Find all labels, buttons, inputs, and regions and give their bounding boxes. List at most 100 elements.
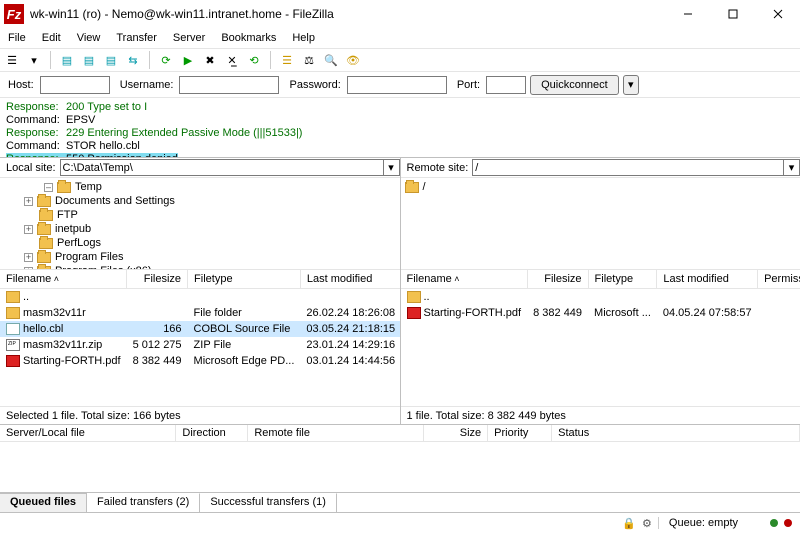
toggle-local-tree-icon[interactable]: ▤ xyxy=(79,50,99,70)
col-priority[interactable]: Priority xyxy=(488,425,552,442)
expand-icon[interactable]: + xyxy=(24,253,33,262)
local-site-label: Local site: xyxy=(6,162,56,174)
file-row[interactable]: masm32v11rFile folder26.02.24 18:26:08 xyxy=(0,305,400,321)
collapse-icon[interactable]: – xyxy=(44,183,53,192)
menu-transfer[interactable]: Transfer xyxy=(108,30,165,46)
process-queue-icon[interactable]: ▶ xyxy=(178,50,198,70)
menu-help[interactable]: Help xyxy=(284,30,323,46)
col-filetype[interactable]: Filetype xyxy=(588,270,657,288)
remote-path-dropdown[interactable]: ▾ xyxy=(784,159,800,176)
log-label: Response: xyxy=(6,101,66,114)
tree-node[interactable]: PerfLogs xyxy=(57,236,101,250)
local-path-input[interactable] xyxy=(60,159,384,176)
sitemanager-icon[interactable]: ☰ xyxy=(2,50,22,70)
quickconnect-bar: Host: Username: Password: Port: Quickcon… xyxy=(0,72,800,98)
gear-icon[interactable]: ⚙ xyxy=(642,517,652,530)
col-filesize[interactable]: Filesize xyxy=(127,270,188,288)
local-path-dropdown[interactable]: ▾ xyxy=(384,159,400,176)
dropdown-icon[interactable]: ▾ xyxy=(24,50,44,70)
col-direction[interactable]: Direction xyxy=(176,425,248,442)
app-icon: Fz xyxy=(4,4,24,24)
col-serverlocal[interactable]: Server/Local file xyxy=(0,425,176,442)
remote-path-input[interactable] xyxy=(472,159,784,176)
host-input[interactable] xyxy=(40,76,110,94)
tree-node[interactable]: Documents and Settings xyxy=(55,194,175,208)
folder-icon xyxy=(37,196,51,207)
toggle-queue-icon[interactable]: ⇆ xyxy=(123,50,143,70)
tree-node[interactable]: Temp xyxy=(75,180,102,194)
local-pane: Local site: ▾ – Temp + Documents and Setti… xyxy=(0,158,400,424)
remote-site-label: Remote site: xyxy=(407,162,469,174)
col-filename[interactable]: Filename xyxy=(0,270,127,288)
reconnect-icon[interactable]: ⟲ xyxy=(244,50,264,70)
menu-edit[interactable]: Edit xyxy=(34,30,69,46)
queue-tabs: Queued files Failed transfers (2) Succes… xyxy=(0,493,800,513)
col-size[interactable]: Size xyxy=(424,425,488,442)
close-button[interactable] xyxy=(755,0,800,28)
col-status[interactable]: Status xyxy=(552,425,800,442)
file-row[interactable]: .. xyxy=(401,288,800,305)
log-label: Command: xyxy=(6,114,66,127)
transfer-queue[interactable]: Server/Local file Direction Remote file … xyxy=(0,425,800,493)
refresh-icon[interactable]: ⟳ xyxy=(156,50,176,70)
search-icon[interactable]: 👁 xyxy=(343,50,363,70)
tab-successful[interactable]: Successful transfers (1) xyxy=(200,493,337,512)
log-msg: EPSV xyxy=(66,114,95,127)
sync-browse-icon[interactable]: 🔍 xyxy=(321,50,341,70)
log-label: Response: xyxy=(6,127,66,140)
cancel-icon[interactable]: ✖ xyxy=(200,50,220,70)
col-filesize[interactable]: Filesize xyxy=(527,270,588,288)
disconnect-icon[interactable]: ✕̲ xyxy=(222,50,242,70)
minimize-button[interactable] xyxy=(665,0,710,28)
lock-icon[interactable]: 🔒 xyxy=(622,517,636,530)
col-modified[interactable]: Last modified xyxy=(657,270,758,288)
file-row[interactable]: Starting-FORTH.pdf8 382 449Microsoft Edg… xyxy=(0,353,400,369)
quickconnect-dropdown[interactable]: ▾ xyxy=(623,75,639,95)
menu-bookmarks[interactable]: Bookmarks xyxy=(213,30,284,46)
file-row[interactable]: hello.cbl166COBOL Source File03.05.24 21… xyxy=(0,321,400,337)
tab-queued[interactable]: Queued files xyxy=(0,493,87,512)
statusbar: 🔒 ⚙ Queue: empty xyxy=(0,513,800,533)
message-log[interactable]: Response:200 Type set to I Command:EPSV … xyxy=(0,98,800,158)
toolbar-separator xyxy=(270,51,271,69)
toggle-remote-tree-icon[interactable]: ▤ xyxy=(101,50,121,70)
log-msg: STOR hello.cbl xyxy=(66,140,140,153)
tree-node[interactable]: inetpub xyxy=(55,222,91,236)
col-filename[interactable]: Filename xyxy=(401,270,528,288)
password-input[interactable] xyxy=(347,76,447,94)
pdf-icon xyxy=(6,355,20,367)
menu-file[interactable]: File xyxy=(0,30,34,46)
folder-icon xyxy=(57,182,71,193)
col-remotefile[interactable]: Remote file xyxy=(248,425,424,442)
compare-icon[interactable]: ⚖ xyxy=(299,50,319,70)
filter-icon[interactable]: ☰ xyxy=(277,50,297,70)
username-input[interactable] xyxy=(179,76,279,94)
menubar: File Edit View Transfer Server Bookmarks… xyxy=(0,28,800,48)
col-modified[interactable]: Last modified xyxy=(300,270,399,288)
file-row[interactable]: .. xyxy=(0,288,400,305)
local-file-list[interactable]: Filename Filesize Filetype Last modified… xyxy=(0,270,400,406)
tree-node[interactable]: FTP xyxy=(57,208,78,222)
toggle-log-icon[interactable]: ▤ xyxy=(57,50,77,70)
remote-tree[interactable]: / xyxy=(401,178,800,270)
local-tree[interactable]: – Temp + Documents and Settings FTP + inetp… xyxy=(0,178,400,270)
log-label: Command: xyxy=(6,140,66,153)
quickconnect-button[interactable]: Quickconnect xyxy=(530,75,619,95)
folder-icon xyxy=(6,291,20,303)
tab-failed[interactable]: Failed transfers (2) xyxy=(87,493,200,512)
tree-node[interactable]: / xyxy=(423,180,426,194)
status-dot-green xyxy=(770,519,778,527)
expand-icon[interactable]: + xyxy=(24,225,33,234)
menu-view[interactable]: View xyxy=(69,30,109,46)
col-permissions[interactable]: Permissions xyxy=(758,270,800,288)
port-input[interactable] xyxy=(486,76,526,94)
maximize-button[interactable] xyxy=(710,0,755,28)
folder-icon xyxy=(6,307,20,319)
file-row[interactable]: Starting-FORTH.pdf8 382 449Microsoft ...… xyxy=(401,305,800,321)
menu-server[interactable]: Server xyxy=(165,30,213,46)
expand-icon[interactable]: + xyxy=(24,197,33,206)
remote-file-list[interactable]: Filename Filesize Filetype Last modified… xyxy=(401,270,800,406)
tree-node[interactable]: Program Files xyxy=(55,250,123,264)
file-row[interactable]: masm32v11r.zip5 012 275ZIP File23.01.24 … xyxy=(0,337,400,353)
col-filetype[interactable]: Filetype xyxy=(188,270,301,288)
